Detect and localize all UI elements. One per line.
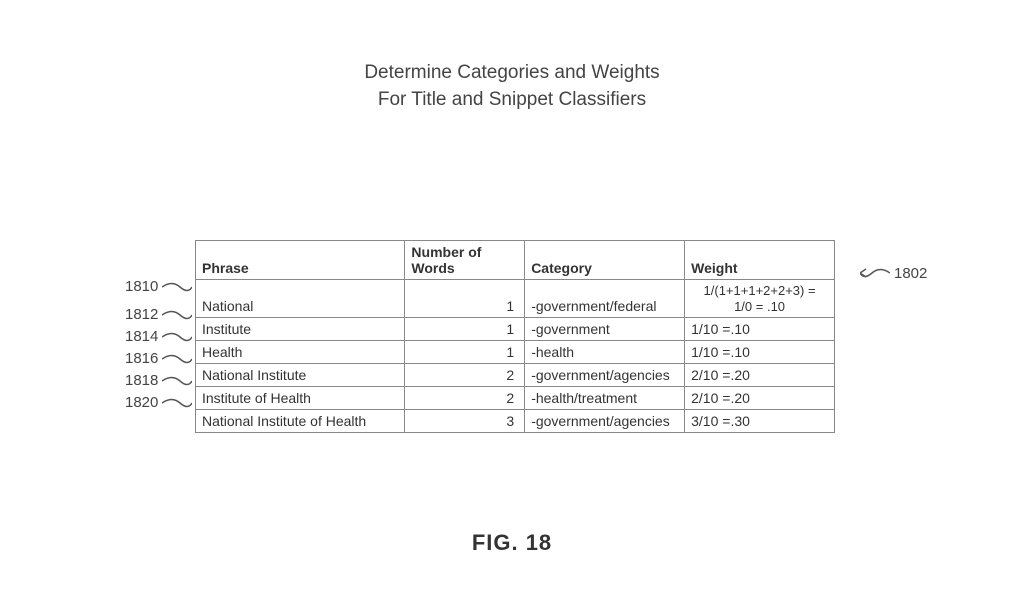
ref-number: 1820: [125, 394, 158, 411]
ref-label: 1810: [125, 278, 190, 295]
title-line2: For Title and Snippet Classifiers: [0, 87, 1024, 114]
leader-line-icon: [162, 376, 190, 386]
ref-label: 1814: [125, 328, 190, 345]
cell-phrase: Health: [196, 341, 405, 364]
cell-phrase: National: [196, 280, 405, 318]
weights-table: Phrase Number of Words Category Weight N…: [195, 240, 835, 433]
cell-phrase: National Institute of Health: [196, 410, 405, 433]
weight-line1: 1/(1+1+1+2+2+3) =: [691, 283, 828, 299]
header-words: Number of Words: [405, 241, 525, 280]
table-row: Health 1 -health 1/10 =.10: [196, 341, 835, 364]
table-header-row: Phrase Number of Words Category Weight: [196, 241, 835, 280]
leader-line-icon: [162, 398, 190, 408]
ref-number: 1818: [125, 372, 158, 389]
weight-line2: 1/0 = .10: [691, 299, 828, 315]
cell-phrase: National Institute: [196, 364, 405, 387]
cell-phrase: Institute: [196, 318, 405, 341]
cell-words: 1: [405, 341, 525, 364]
cell-category: -government/federal: [525, 280, 685, 318]
cell-weight: 1/(1+1+1+2+2+3) = 1/0 = .10: [685, 280, 835, 318]
ref-number: 1816: [125, 350, 158, 367]
weights-table-container: Phrase Number of Words Category Weight N…: [195, 240, 835, 433]
cell-weight: 2/10 =.20: [685, 364, 835, 387]
cell-words: 3: [405, 410, 525, 433]
right-ref-label: 1802: [860, 264, 927, 282]
ref-number: 1812: [125, 306, 158, 323]
cell-weight: 3/10 =.30: [685, 410, 835, 433]
cell-category: -government/agencies: [525, 364, 685, 387]
cell-weight: 1/10 =.10: [685, 318, 835, 341]
ref-label: 1812: [125, 306, 190, 323]
cell-category: -health/treatment: [525, 387, 685, 410]
leader-line-icon: [162, 354, 190, 364]
leader-line-icon: [162, 282, 190, 292]
cell-words: 2: [405, 387, 525, 410]
leader-line-icon: [162, 332, 190, 342]
cell-weight: 2/10 =.20: [685, 387, 835, 410]
cell-category: -health: [525, 341, 685, 364]
cell-phrase: Institute of Health: [196, 387, 405, 410]
cell-category: -government: [525, 318, 685, 341]
right-ref-number: 1802: [894, 265, 927, 282]
cell-words: 2: [405, 364, 525, 387]
ref-label: 1816: [125, 350, 190, 367]
cell-words: 1: [405, 318, 525, 341]
table-row: National Institute of Health 3 -governme…: [196, 410, 835, 433]
figure-label: FIG. 18: [0, 530, 1024, 556]
ref-number: 1814: [125, 328, 158, 345]
title-line1: Determine Categories and Weights: [0, 60, 1024, 87]
header-category: Category: [525, 241, 685, 280]
cell-weight: 1/10 =.10: [685, 341, 835, 364]
cell-words: 1: [405, 280, 525, 318]
ref-number: 1810: [125, 278, 158, 295]
header-phrase: Phrase: [196, 241, 405, 280]
diagram-title: Determine Categories and Weights For Tit…: [0, 60, 1024, 113]
ref-label: 1818: [125, 372, 190, 389]
ref-label: 1820: [125, 394, 190, 411]
table-row: National 1 -government/federal 1/(1+1+1+…: [196, 280, 835, 318]
leader-arrow-icon: [860, 264, 890, 282]
table-row: Institute 1 -government 1/10 =.10: [196, 318, 835, 341]
leader-line-icon: [162, 310, 190, 320]
cell-category: -government/agencies: [525, 410, 685, 433]
table-row: Institute of Health 2 -health/treatment …: [196, 387, 835, 410]
table-row: National Institute 2 -government/agencie…: [196, 364, 835, 387]
header-weight: Weight: [685, 241, 835, 280]
